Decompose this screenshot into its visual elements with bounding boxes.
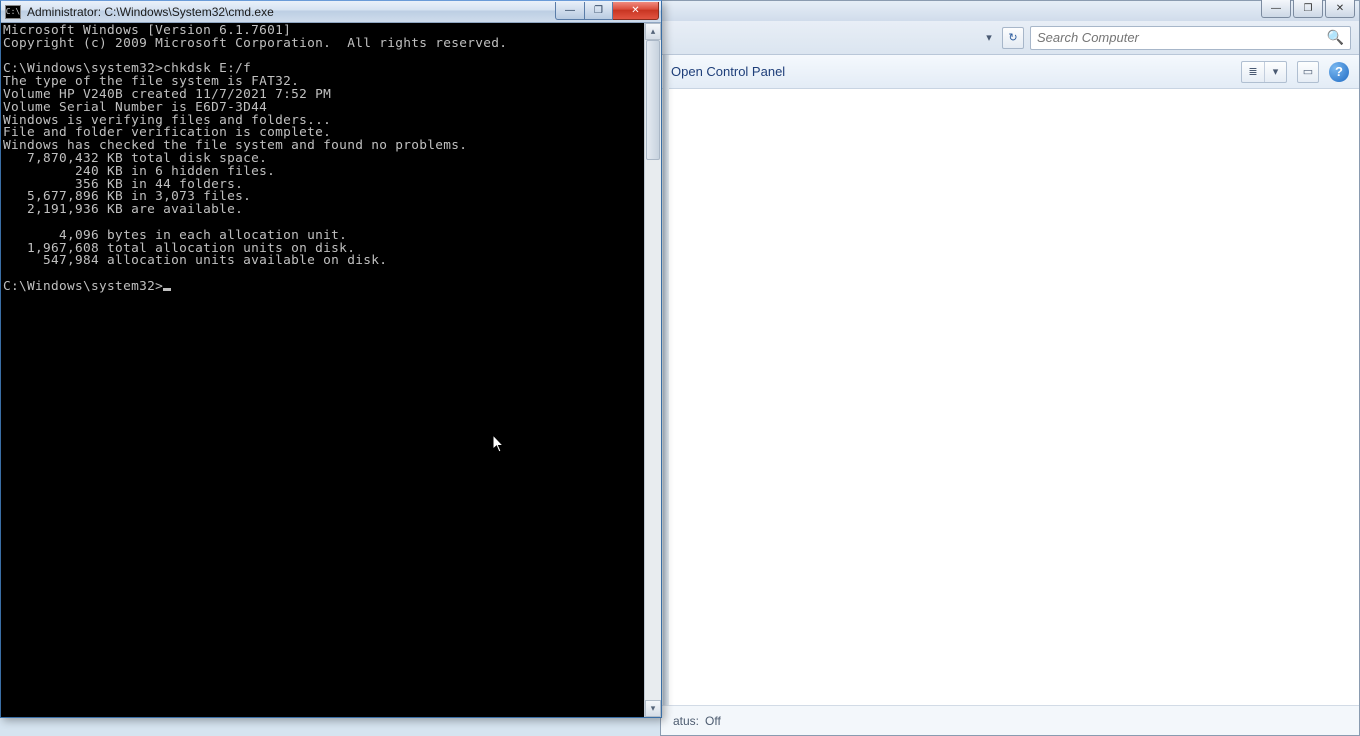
view-options-button[interactable]: ≣ ▾ [1241, 61, 1287, 83]
status-value: Off [705, 714, 721, 728]
minimize-icon: — [565, 5, 575, 16]
search-icon: 🔍 [1327, 29, 1344, 46]
cmd-window-title: Administrator: C:\Windows\System32\cmd.e… [27, 5, 549, 19]
explorer-maximize-button[interactable]: ❐ [1293, 0, 1323, 18]
scroll-track[interactable] [645, 40, 661, 700]
close-icon: ✕ [631, 5, 639, 16]
chevron-down-icon: ▾ [651, 703, 656, 714]
cmd-close-button[interactable]: ✕ [613, 2, 659, 20]
cmd-scrollbar[interactable]: ▴ ▾ [644, 23, 661, 717]
pane-icon: ▭ [1303, 65, 1313, 78]
refresh-icon: ↻ [1008, 31, 1017, 44]
cmd-cursor [163, 288, 171, 291]
cmd-titlebar[interactable]: C:\ Administrator: C:\Windows\System32\c… [1, 1, 661, 23]
cmd-console[interactable]: Microsoft Windows [Version 6.1.7601] Cop… [1, 23, 644, 717]
help-button[interactable]: ? [1329, 62, 1349, 82]
search-box[interactable]: 🔍 [1030, 26, 1351, 50]
explorer-address-bar: ▾ ↻ 🔍 [661, 21, 1359, 55]
address-dropdown-button[interactable]: ▾ [982, 27, 996, 49]
explorer-toolbar: Open Control Panel ≣ ▾ ▭ ? [661, 55, 1359, 89]
status-label: atus: [673, 714, 699, 728]
cmd-window: C:\ Administrator: C:\Windows\System32\c… [0, 0, 662, 718]
help-icon: ? [1335, 64, 1343, 79]
scroll-up-button[interactable]: ▴ [645, 23, 661, 40]
scroll-down-button[interactable]: ▾ [645, 700, 661, 717]
close-icon: ✕ [1336, 3, 1344, 14]
explorer-titlebar[interactable]: — ❐ ✕ [661, 1, 1359, 21]
view-icon: ≣ [1248, 65, 1257, 78]
refresh-button[interactable]: ↻ [1002, 27, 1024, 49]
cmd-icon: C:\ [5, 5, 21, 19]
preview-pane-button[interactable]: ▭ [1297, 61, 1319, 83]
maximize-icon: ❐ [1304, 3, 1313, 14]
cmd-maximize-button[interactable]: ❐ [585, 2, 613, 20]
maximize-icon: ❐ [594, 5, 603, 16]
open-control-panel-link[interactable]: Open Control Panel [671, 64, 785, 79]
explorer-minimize-button[interactable]: — [1261, 0, 1291, 18]
chevron-down-icon: ▾ [1273, 65, 1279, 78]
chevron-up-icon: ▴ [651, 26, 656, 37]
scroll-thumb[interactable] [646, 40, 660, 160]
explorer-close-button[interactable]: ✕ [1325, 0, 1355, 18]
cmd-minimize-button[interactable]: — [555, 2, 585, 20]
minimize-icon: — [1271, 3, 1281, 14]
explorer-window: — ❐ ✕ ▾ ↻ 🔍 Open Control Panel ≣ ▾ ▭ [660, 0, 1360, 736]
explorer-status-bar: atus: Off [661, 705, 1359, 735]
chevron-down-icon: ▾ [986, 31, 992, 44]
search-input[interactable] [1037, 30, 1321, 45]
explorer-content-area [661, 89, 1359, 705]
